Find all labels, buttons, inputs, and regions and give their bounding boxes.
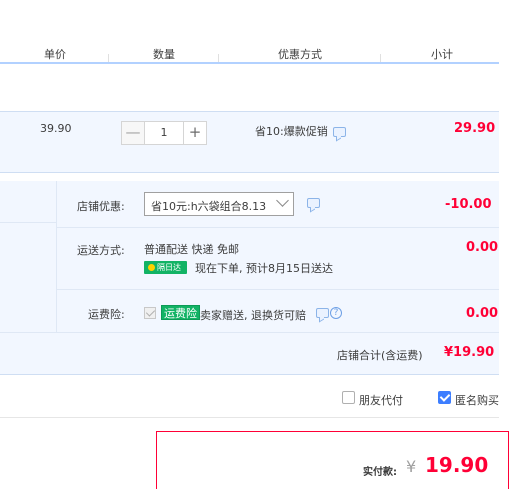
quantity-stepper: — 1 + bbox=[121, 121, 207, 145]
header-unit-price: 单价 bbox=[44, 48, 66, 61]
chat-bubble-icon[interactable] bbox=[316, 308, 329, 318]
divider bbox=[56, 289, 499, 290]
quantity-input[interactable]: 1 bbox=[145, 121, 183, 145]
insurance-checkbox bbox=[144, 307, 156, 319]
header-separator bbox=[218, 54, 219, 62]
shipping-amount: 0.00 bbox=[466, 240, 499, 255]
quantity-increase-button[interactable]: + bbox=[183, 121, 207, 145]
item-unit-price: 39.90 bbox=[40, 122, 72, 135]
header-separator bbox=[108, 54, 109, 62]
shipping-label: 运送方式: bbox=[77, 244, 125, 257]
divider bbox=[0, 332, 499, 333]
shipping-method: 普通配送 快递 免邮 bbox=[144, 243, 239, 256]
item-row: 39.90 — 1 + 省10:爆款促销 29.90 bbox=[0, 111, 499, 173]
header-subtotal: 小计 bbox=[431, 48, 453, 61]
shop-discount-amount: -10.00 bbox=[445, 197, 492, 212]
item-subtotal: 29.90 bbox=[454, 121, 496, 136]
insurance-text: 卖家赠送, 退换货可赔 bbox=[200, 309, 306, 322]
shop-total-label: 店铺合计(含运费) bbox=[337, 349, 423, 362]
anonymous-label[interactable]: 匿名购买 bbox=[455, 392, 499, 408]
friend-pay-checkbox[interactable] bbox=[342, 391, 355, 404]
order-table-header: 单价 数量 优惠方式 小计 bbox=[0, 40, 499, 64]
shop-summary-panel: 店铺优惠: 省10元:h六袋组合8.13 -10.00 运送方式: 普通配送 快… bbox=[0, 181, 499, 375]
shop-discount-label: 店铺优惠: bbox=[77, 200, 125, 213]
shop-total-amount: ¥19.90 bbox=[444, 345, 495, 360]
insurance-badge: 运费险 bbox=[161, 305, 200, 320]
header-quantity: 数量 bbox=[153, 48, 175, 61]
item-promo-text: 省10:爆款促销 bbox=[255, 125, 328, 138]
divider bbox=[56, 227, 499, 228]
payment-summary-box: 实付款: ¥ 19.90 bbox=[156, 431, 509, 489]
chevron-down-icon bbox=[276, 194, 289, 207]
insurance-label: 运费险: bbox=[88, 308, 125, 321]
quantity-decrease-button[interactable]: — bbox=[121, 121, 145, 145]
chat-bubble-icon[interactable] bbox=[307, 198, 320, 208]
payment-label: 实付款: bbox=[363, 467, 397, 478]
help-icon[interactable]: ? bbox=[330, 307, 342, 319]
order-options: 朋友代付 匿名购买 bbox=[0, 376, 499, 418]
delivery-estimate: 现在下单, 预计8月15日送达 bbox=[195, 262, 333, 275]
shop-discount-selected: 省10元:h六袋组合8.13 bbox=[151, 200, 267, 213]
divider bbox=[56, 181, 57, 332]
header-discount-method: 优惠方式 bbox=[278, 48, 322, 61]
currency-symbol: ¥ bbox=[406, 457, 417, 476]
shop-discount-select[interactable]: 省10元:h六袋组合8.13 bbox=[144, 192, 294, 216]
divider bbox=[0, 222, 56, 223]
anonymous-checkbox[interactable] bbox=[438, 391, 451, 404]
payment-amount: 19.90 bbox=[425, 453, 489, 477]
friend-pay-label[interactable]: 朋友代付 bbox=[359, 392, 403, 408]
next-day-badge: 隔日达 bbox=[144, 261, 187, 274]
header-separator bbox=[380, 54, 381, 62]
insurance-amount: 0.00 bbox=[466, 306, 499, 321]
chat-bubble-icon[interactable] bbox=[333, 127, 346, 137]
